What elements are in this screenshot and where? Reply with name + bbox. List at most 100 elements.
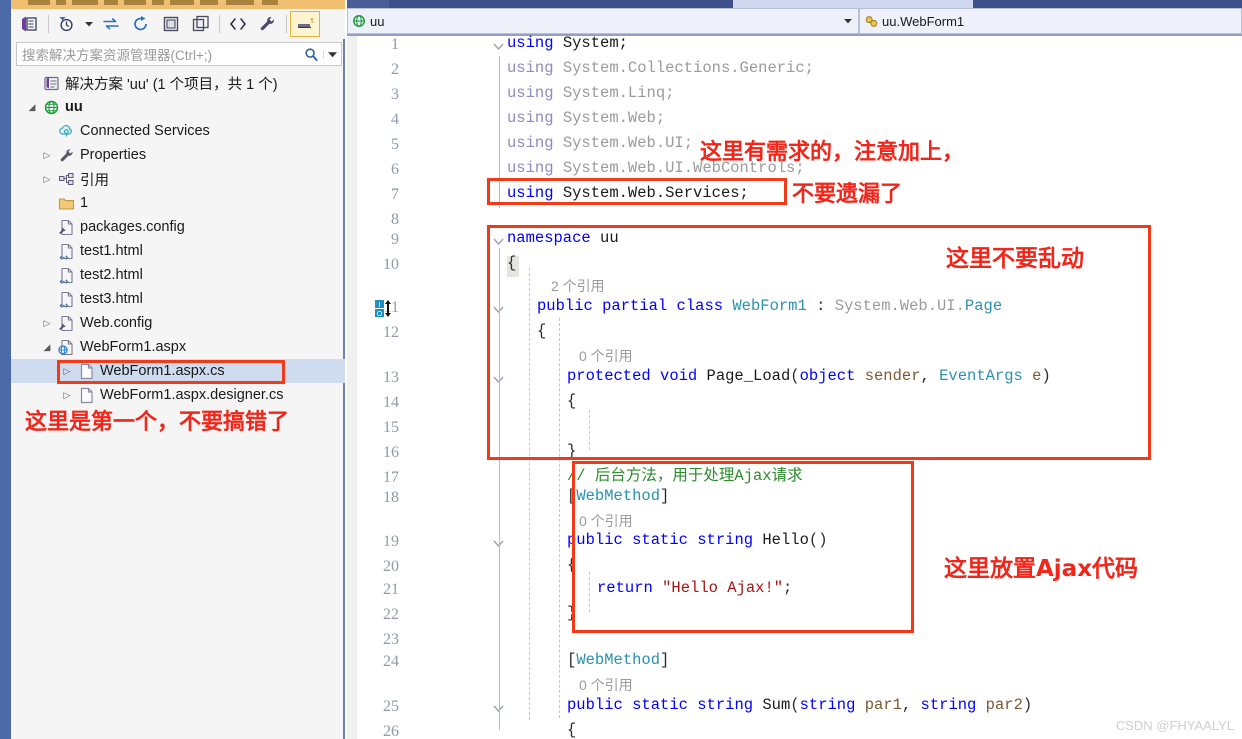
collapsed-triangle-icon[interactable]: ▷ [39, 150, 55, 161]
view-code-icon[interactable] [223, 11, 253, 37]
tree-item[interactable]: test2.html [11, 263, 345, 287]
pending-changes-filter-icon[interactable] [52, 11, 82, 37]
code-line[interactable]: using System; [507, 35, 628, 52]
code-line[interactable]: // 后台方法，用于处理Ajax请求 [567, 467, 803, 485]
tree-item[interactable]: test1.html [11, 239, 345, 263]
code-line[interactable]: public static string Sum(string par1, st… [567, 696, 1032, 714]
show-all-files-icon[interactable] [186, 11, 216, 37]
tree-item-label: 引用 [80, 172, 109, 189]
code-token: () [808, 531, 828, 549]
collapsed-triangle-icon[interactable]: ▷ [39, 318, 55, 329]
editor-navigation-bar: uu uu.WebForm1 [347, 8, 1242, 34]
code-line[interactable]: [WebMethod] [567, 651, 669, 669]
chevron-down-icon[interactable] [838, 17, 858, 26]
folder-icon [55, 195, 77, 212]
line-number: 17 [383, 469, 399, 486]
tree-item[interactable]: ▷ WebForm1.aspx.cs [11, 359, 345, 383]
html-file-icon [55, 291, 77, 308]
web-project-icon [348, 14, 370, 28]
tree-item[interactable]: test3.html [11, 287, 345, 311]
tree-item[interactable]: ▷ 引用 [11, 167, 345, 191]
code-line[interactable]: using System.Linq; [507, 85, 674, 102]
chevron-down-icon[interactable] [82, 21, 96, 27]
code-token: // 后台方法，用于处理Ajax请求 [567, 467, 803, 485]
connected-services-icon [55, 123, 77, 140]
code-token: Sum [762, 696, 791, 714]
tree-item-label: test2.html [80, 267, 143, 283]
code-token: : [806, 297, 835, 315]
codelens-reference-count[interactable]: 0 个引用 [579, 346, 633, 366]
code-token: Hello [762, 531, 809, 549]
collapse-all-icon[interactable] [156, 11, 186, 37]
code-token: using [507, 59, 563, 77]
code-line[interactable]: { [537, 323, 546, 340]
collapsed-triangle-icon[interactable]: ▷ [39, 174, 55, 185]
note-dont-touch: 这里不要乱动 [946, 246, 1084, 272]
expanded-triangle-icon[interactable]: ◢ [39, 342, 55, 353]
code-token: WebMethod [576, 651, 661, 669]
tree-item[interactable]: ▷ Web.config [11, 311, 345, 335]
collapsed-triangle-icon[interactable]: ▷ [59, 366, 75, 377]
code-line[interactable]: } [567, 605, 576, 622]
code-line[interactable]: public partial class WebForm1 : System.W… [537, 297, 1002, 315]
tree-item[interactable]: packages.config [11, 215, 345, 239]
code-line[interactable]: { [567, 557, 576, 574]
code-line[interactable]: using System.Web.Services; [507, 185, 749, 202]
codelens-reference-count[interactable]: 2 个引用 [551, 276, 605, 296]
tree-item[interactable]: 解决方案 'uu' (1 个项目，共 1 个) [11, 71, 345, 95]
code-line[interactable]: using System.Web.UI; [507, 135, 693, 152]
note-add-using-line2: 不要遗漏了 [792, 182, 903, 207]
collapsed-triangle-icon[interactable]: ▷ [59, 390, 75, 401]
code-token: ( [790, 696, 800, 714]
home-icon[interactable] [15, 11, 45, 37]
code-token: void [660, 367, 707, 385]
preview-selected-items-icon[interactable] [290, 11, 320, 37]
code-token: public [537, 297, 603, 315]
code-line[interactable]: protected void Page_Load(object sender, … [567, 367, 1051, 385]
code-line[interactable]: public static string Hello() [567, 531, 828, 549]
code-line[interactable]: return "Hello Ajax!"; [597, 579, 792, 597]
structure-line [499, 56, 500, 208]
sync-with-active-document-icon[interactable] [96, 11, 126, 37]
code-line[interactable]: using System.Collections.Generic; [507, 59, 814, 77]
line-number: 26 [383, 723, 399, 739]
code-line[interactable]: using System.Web; [507, 110, 665, 127]
search-icon[interactable] [299, 47, 323, 62]
code-line[interactable]: { [567, 392, 577, 410]
tree-item-label: uu [65, 99, 83, 115]
fold-chevron-icon[interactable] [493, 40, 504, 54]
tree-item[interactable]: Connected Services [11, 119, 345, 143]
code-line[interactable]: namespace uu [507, 230, 619, 247]
type-dropdown[interactable]: uu.WebForm1 [859, 8, 1242, 34]
io-bidirectional-icon[interactable]: IO [375, 299, 401, 324]
note-add-using-line1: 这里有需求的，注意加上， [700, 140, 965, 165]
code-token: "Hello Ajax!" [662, 579, 784, 597]
codelens-reference-count[interactable]: 0 个引用 [579, 511, 633, 531]
code-token: [ [567, 651, 577, 669]
project-dropdown[interactable]: uu [347, 8, 859, 34]
tree-item[interactable]: ▷ Properties [11, 143, 345, 167]
search-input[interactable]: 搜索解决方案资源管理器(Ctrl+;) [16, 42, 342, 66]
code-token: { [567, 392, 577, 410]
chevron-down-icon[interactable] [323, 50, 341, 58]
code-token: string [697, 531, 763, 549]
code-line[interactable]: { [507, 255, 516, 272]
tree-item[interactable]: ◢ WebForm1.aspx [11, 335, 345, 359]
fold-chevron-icon[interactable] [493, 235, 504, 249]
note-first-file: 这里是第一个，不要搞错了 [25, 410, 290, 435]
tree-item[interactable]: ◢ uu [11, 95, 345, 119]
type-dropdown-value: uu.WebForm1 [882, 13, 965, 29]
indent-guide [589, 572, 590, 612]
properties-icon[interactable] [253, 11, 283, 37]
code-line[interactable]: } [567, 443, 576, 460]
codelens-reference-count[interactable]: 0 个引用 [579, 675, 633, 695]
tree-item[interactable]: 1 [11, 191, 345, 215]
line-number: 4 [391, 111, 399, 128]
refresh-icon[interactable] [126, 11, 156, 37]
expanded-triangle-icon[interactable]: ◢ [24, 102, 40, 113]
code-line[interactable]: [WebMethod] [567, 488, 669, 505]
code-token: public [567, 531, 633, 549]
code-line[interactable]: { [567, 722, 576, 739]
code-token: par1 [864, 696, 902, 714]
